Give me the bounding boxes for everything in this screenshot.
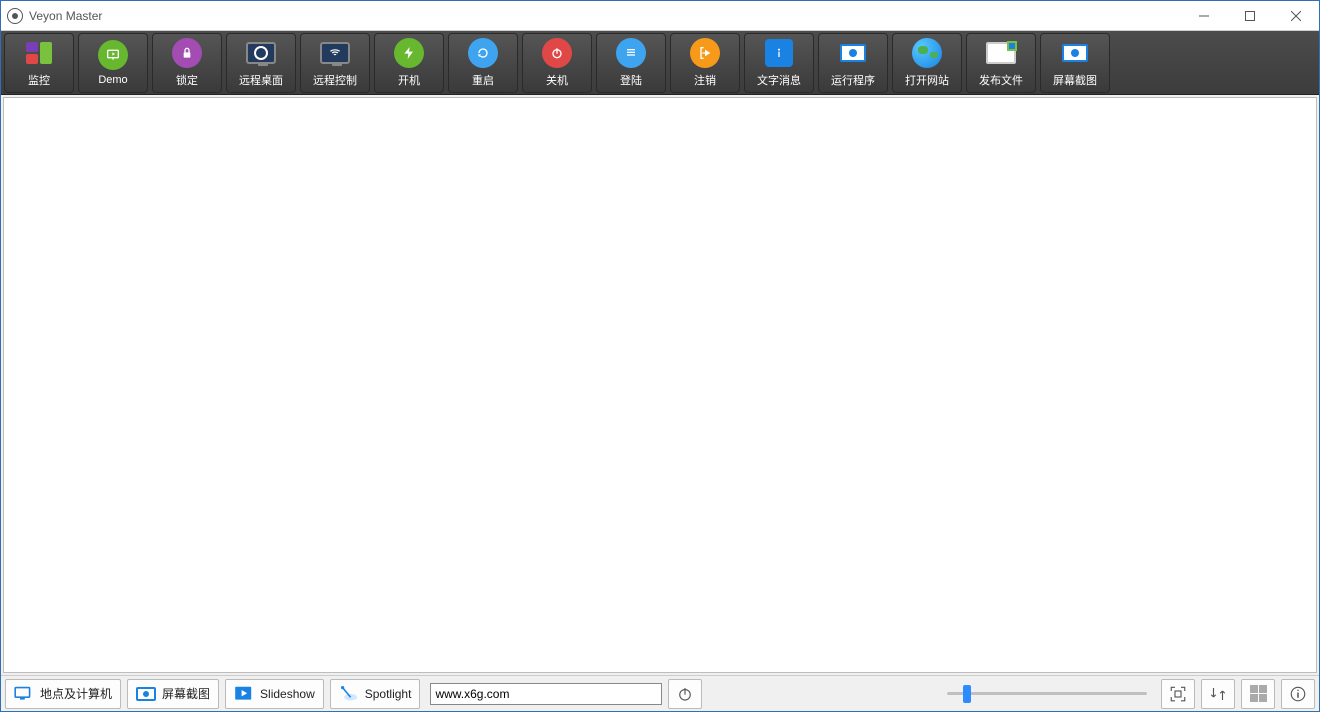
refresh-icon: [468, 38, 498, 68]
about-button[interactable]: [1281, 679, 1315, 709]
locations-button[interactable]: 地点及计算机: [5, 679, 121, 709]
monitor-icon: [14, 686, 34, 702]
toolbar-label: 屏幕截图: [1053, 72, 1097, 88]
grid-icon: [1250, 685, 1267, 702]
eye-icon: [136, 686, 156, 702]
toolbar-label: 登陆: [620, 72, 642, 88]
toolbar-label: 监控: [28, 72, 50, 88]
grid-view-button[interactable]: [1241, 679, 1275, 709]
right-tool-icons: [1161, 679, 1315, 709]
toolbar-label: 注销: [694, 72, 716, 88]
power-status-button[interactable]: [668, 679, 702, 709]
window-buttons: [1181, 1, 1319, 30]
main-window: Veyon Master 监控 Demo 锁定 远程桌面 远程控制: [0, 0, 1320, 712]
toolbar-label: 关机: [546, 72, 568, 88]
toolbar-file-button[interactable]: 发布文件: [966, 33, 1036, 93]
screenshots-button[interactable]: 屏幕截图: [127, 679, 219, 709]
titlebar: Veyon Master: [1, 1, 1319, 31]
slideshow-button[interactable]: Slideshow: [225, 679, 324, 709]
zoom-slider[interactable]: [947, 684, 1147, 704]
close-button[interactable]: [1273, 1, 1319, 30]
toolbar-screenshot-button[interactable]: 屏幕截图: [1040, 33, 1110, 93]
toolbar-power-off-button[interactable]: 关机: [522, 33, 592, 93]
file-transfer-icon: [986, 38, 1016, 68]
computers-panel: [3, 97, 1317, 673]
toolbar-label: 远程控制: [313, 72, 357, 88]
toolbar-run-button[interactable]: 运行程序: [818, 33, 888, 93]
main-toolbar: 监控 Demo 锁定 远程桌面 远程控制 开机 重启 关机: [1, 31, 1319, 95]
toolbar-label: 远程桌面: [239, 72, 283, 88]
locations-label: 地点及计算机: [40, 685, 112, 702]
screenshot-icon: [1060, 38, 1090, 68]
power-icon: [542, 38, 572, 68]
toolbar-website-button[interactable]: 打开网站: [892, 33, 962, 93]
toolbar-remote-control-button[interactable]: 远程控制: [300, 33, 370, 93]
toolbar-monitor-button[interactable]: 监控: [4, 33, 74, 93]
info-icon: [764, 38, 794, 68]
toolbar-logout-button[interactable]: 注销: [670, 33, 740, 93]
play-icon: [234, 686, 254, 702]
monitor-wifi-icon: [320, 38, 350, 68]
toolbar-lock-button[interactable]: 锁定: [152, 33, 222, 93]
spotlight-label: Spotlight: [365, 687, 412, 701]
spotlight-icon: [339, 686, 359, 702]
window-title: Veyon Master: [29, 9, 1181, 23]
login-icon: [616, 38, 646, 68]
globe-icon: [912, 38, 942, 68]
toolbar-message-button[interactable]: 文字消息: [744, 33, 814, 93]
toolbar-label: Demo: [98, 74, 127, 86]
app-icon: [7, 8, 23, 24]
toolbar-login-button[interactable]: 登陆: [596, 33, 666, 93]
toolbar-power-on-button[interactable]: 开机: [374, 33, 444, 93]
maximize-button[interactable]: [1227, 1, 1273, 30]
toolbar-reboot-button[interactable]: 重启: [448, 33, 518, 93]
slideshow-label: Slideshow: [260, 687, 315, 701]
toolbar-label: 重启: [472, 72, 494, 88]
screenshots-label: 屏幕截图: [162, 685, 210, 702]
logout-icon: [690, 38, 720, 68]
toolbar-demo-button[interactable]: Demo: [78, 33, 148, 93]
toolbar-label: 开机: [398, 72, 420, 88]
lock-icon: [172, 38, 202, 68]
bottom-bar: 地点及计算机 屏幕截图 Slideshow Spotlight: [1, 675, 1319, 711]
bolt-icon: [394, 38, 424, 68]
toolbar-label: 文字消息: [757, 72, 801, 88]
fit-screen-button[interactable]: [1161, 679, 1195, 709]
toolbar-label: 运行程序: [831, 72, 875, 88]
url-input[interactable]: [430, 683, 662, 705]
presentation-icon: [98, 40, 128, 70]
tiles-icon: [24, 38, 54, 68]
toolbar-label: 发布文件: [979, 72, 1023, 88]
toolbar-remote-view-button[interactable]: 远程桌面: [226, 33, 296, 93]
spotlight-button[interactable]: Spotlight: [330, 679, 421, 709]
toolbar-label: 打开网站: [905, 72, 949, 88]
toolbar-label: 锁定: [176, 72, 198, 88]
monitor-search-icon: [246, 38, 276, 68]
eye-screen-icon: [838, 38, 868, 68]
minimize-button[interactable]: [1181, 1, 1227, 30]
sort-button[interactable]: [1201, 679, 1235, 709]
